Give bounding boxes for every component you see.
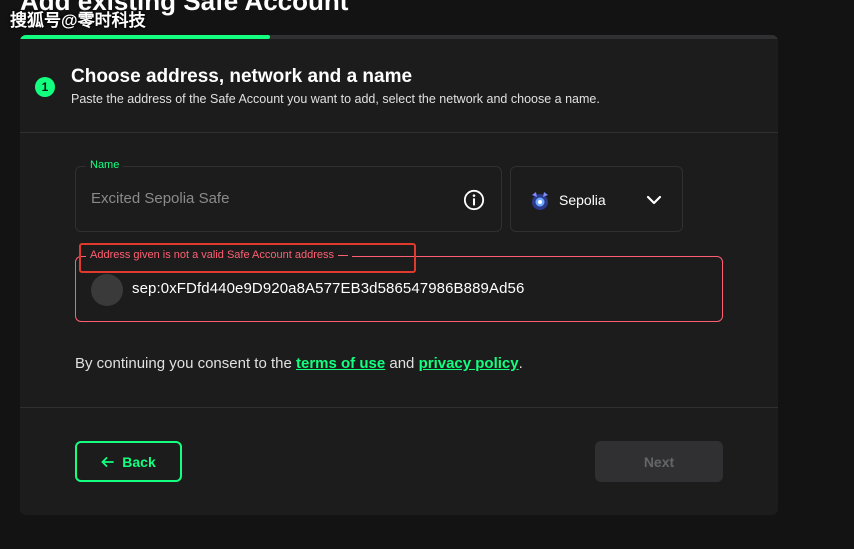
sepolia-network-icon <box>532 192 548 210</box>
arrow-left-icon <box>101 456 115 467</box>
address-input-value[interactable]: sep:0xFDfd440e9D920a8A577EB3d586547986B8… <box>132 280 524 297</box>
step-header: 1 Choose address, network and a name Pas… <box>20 39 778 133</box>
next-button-label: Next <box>643 453 675 470</box>
add-safe-card: 1 Choose address, network and a name Pas… <box>20 35 778 515</box>
address-field[interactable]: Address given is not a valid Safe Accoun… <box>75 249 723 322</box>
info-icon[interactable] <box>463 189 485 211</box>
footer-divider <box>20 407 778 408</box>
step-number-badge: 1 <box>35 77 55 97</box>
address-error-message: Address given is not a valid Safe Accoun… <box>86 249 352 261</box>
address-error-text: Address given is not a valid Safe Accoun… <box>90 249 334 261</box>
name-field-placeholder[interactable]: Excited Sepolia Safe <box>91 190 229 207</box>
consent-suffix: . <box>518 355 523 372</box>
network-select[interactable]: Sepolia <box>510 166 683 232</box>
page: Add existing Safe Account 搜狐号@零时科技 1 Cho… <box>0 0 854 549</box>
name-field[interactable]: Name Excited Sepolia Safe <box>75 159 502 232</box>
terms-of-use-link[interactable]: terms of use <box>296 355 385 372</box>
watermark: 搜狐号@零时科技 <box>10 11 146 30</box>
chevron-down-icon[interactable] <box>646 193 662 207</box>
consent-middle: and <box>385 355 419 372</box>
name-field-label: Name <box>86 159 124 171</box>
privacy-policy-link[interactable]: privacy policy <box>419 355 519 372</box>
step-subtitle: Paste the address of the Safe Account yo… <box>71 92 600 106</box>
error-label-dash <box>337 254 348 256</box>
consent-prefix: By continuing you consent to the <box>75 355 296 372</box>
next-button[interactable]: Next <box>595 441 723 482</box>
address-avatar <box>91 274 123 306</box>
network-name: Sepolia <box>559 192 606 208</box>
step-title: Choose address, network and a name <box>71 66 413 87</box>
back-button[interactable]: Back <box>75 441 182 482</box>
consent-text: By continuing you consent to the terms o… <box>75 355 523 372</box>
back-button-label: Back <box>122 453 156 470</box>
